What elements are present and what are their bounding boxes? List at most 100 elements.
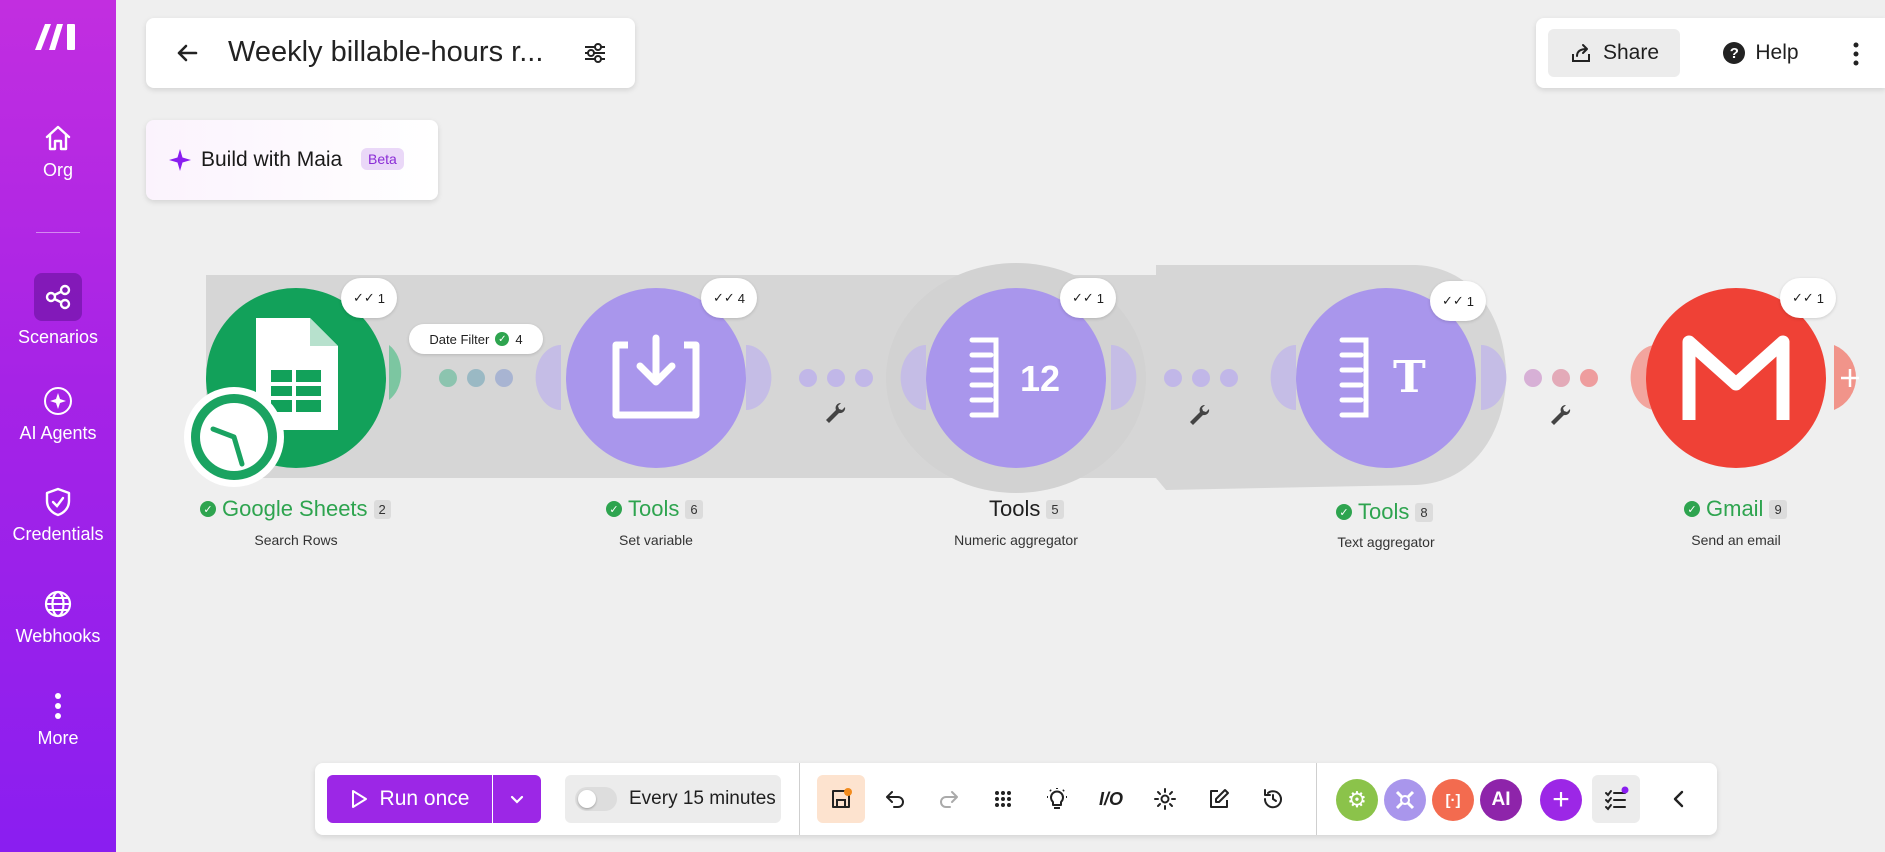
chevron-left-icon [1673,790,1684,808]
back-arrow-icon[interactable] [172,38,202,68]
sidebar-item-credentials[interactable]: Credentials [0,486,116,545]
ai-label: AI [1491,789,1511,810]
module-name: Gmail [1706,496,1764,521]
module-subtitle: Search Rows [254,532,338,548]
sidebar-item-label: AI Agents [19,423,97,443]
share-nodes-icon [34,273,82,321]
check-circle-icon: ✓ [200,501,216,517]
run-options-dropdown[interactable] [493,775,541,823]
sidebar-item-label: More [37,728,79,748]
module-id-badge: 8 [1415,502,1433,522]
ops-badge[interactable]: ✓✓ 1 [1060,278,1116,318]
notes-button[interactable] [1195,775,1243,823]
sparkle-icon [169,149,191,171]
share-button[interactable]: Share [1548,29,1680,77]
sidebar-item-org[interactable]: Org [0,122,116,181]
gear-icon: ⚙ [1347,787,1367,812]
explain-flow-button[interactable] [1033,775,1081,823]
sidebar-divider [36,232,80,233]
save-icon [832,788,852,808]
history-icon [1263,789,1282,809]
check-double-icon: ✓✓ [712,290,735,305]
undo-button[interactable] [871,775,919,823]
module-subtitle: Set variable [619,532,693,548]
module-label[interactable]: ✓ Google Sheets 2 [200,496,391,522]
make-logo[interactable] [33,20,81,54]
checklist-button[interactable] [1592,775,1640,823]
ops-badge[interactable]: ✓✓ 1 [1430,281,1486,321]
history-button[interactable] [1249,775,1297,823]
maia-label: Build with Maia [201,148,343,171]
play-icon [351,790,367,808]
check-double-icon: ✓✓ [1071,290,1094,305]
more-options-icon[interactable] [1836,34,1876,74]
settings-sliders-icon[interactable] [582,40,608,66]
sidebar-item-ai-agents[interactable]: AI Agents [0,385,116,444]
shield-check-icon [45,487,71,517]
module-id-badge: 5 [1046,499,1064,519]
flow-control-icon [1395,790,1415,810]
toolbar-divider [1316,763,1317,835]
json-button[interactable]: [·] [1432,779,1474,821]
schedule-label: Every 15 minutes [629,788,776,809]
bottom-toolbar: Run once Every 15 minutes I/O ⚙ [·] AI + [315,763,1717,835]
module-id-badge: 9 [1769,499,1787,519]
ops-badge[interactable]: ✓✓ 1 [1780,278,1836,318]
scenario-title-card: Weekly billable-hours r... [146,18,635,88]
run-label: Run once [379,787,470,810]
grid-button[interactable] [979,775,1027,823]
sidebar: Org Scenarios AI Agents Credentials Webh… [0,0,116,852]
module-name: Tools [1358,499,1410,524]
add-module-fab[interactable]: + [1540,779,1582,821]
top-actions: Share ? Help [1536,18,1885,88]
gear-icon [1154,788,1176,810]
build-with-maia-button[interactable]: Build with Maia Beta [146,120,438,200]
edit-note-icon [1210,789,1229,808]
save-button[interactable] [817,775,865,823]
json-label: [·] [1445,791,1461,809]
add-module-button[interactable] [1834,350,1874,406]
connector-dots [1481,345,1656,410]
dots-grid-icon [995,791,1011,807]
lightbulb-icon [1047,788,1067,809]
checklist-icon [1605,786,1629,811]
share-icon [1571,44,1590,62]
module-label[interactable]: Tools 5 [989,496,1064,522]
sidebar-item-webhooks[interactable]: Webhooks [0,588,116,647]
ops-badge[interactable]: ✓✓ 4 [701,278,757,318]
scenario-settings-button[interactable] [1141,775,1189,823]
schedule-switch[interactable] [575,787,617,811]
ops-badge[interactable]: ✓✓ 1 [341,278,397,318]
schedule-toggle[interactable]: Every 15 minutes [565,775,781,823]
check-double-icon: ✓✓ [1791,290,1814,305]
sidebar-item-label: Scenarios [17,327,99,347]
run-once-button[interactable]: Run once [327,775,492,823]
module-name: Tools [628,496,680,521]
tools-favorite-button[interactable]: ⚙ [1336,779,1378,821]
flow-control-button[interactable] [1384,779,1426,821]
module-label[interactable]: ✓ Tools 6 [606,496,703,522]
module-name: Tools [989,496,1041,521]
redo-icon [940,791,958,808]
help-circle-icon: ? [1723,42,1746,64]
help-button[interactable]: ? Help [1706,29,1816,77]
check-double-icon: ✓✓ [1441,293,1464,308]
sidebar-item-scenarios[interactable]: Scenarios [0,273,116,348]
sidebar-item-label: Credentials [12,524,104,544]
module-subtitle: Text aggregator [1337,534,1435,550]
redo-button[interactable] [925,775,973,823]
module-id-badge: 2 [373,499,391,519]
globe-icon [44,590,72,618]
collapse-toolbar-button[interactable] [1655,775,1703,823]
dots-vertical-icon [55,693,61,719]
date-filter-pill[interactable]: Date Filter ✓ 4 [409,324,543,354]
check-double-icon: ✓✓ [352,290,375,305]
scenario-title[interactable]: Weekly billable-hours r... [228,36,543,69]
sparkle-icon [44,387,72,415]
sidebar-item-more[interactable]: More [0,690,116,749]
io-button[interactable]: I/O [1087,775,1135,823]
plus-icon: + [1552,783,1570,816]
ai-button[interactable]: AI [1480,779,1522,821]
module-label[interactable]: ✓ Gmail 9 [1684,496,1787,522]
module-label[interactable]: ✓ Tools 8 [1336,499,1433,525]
